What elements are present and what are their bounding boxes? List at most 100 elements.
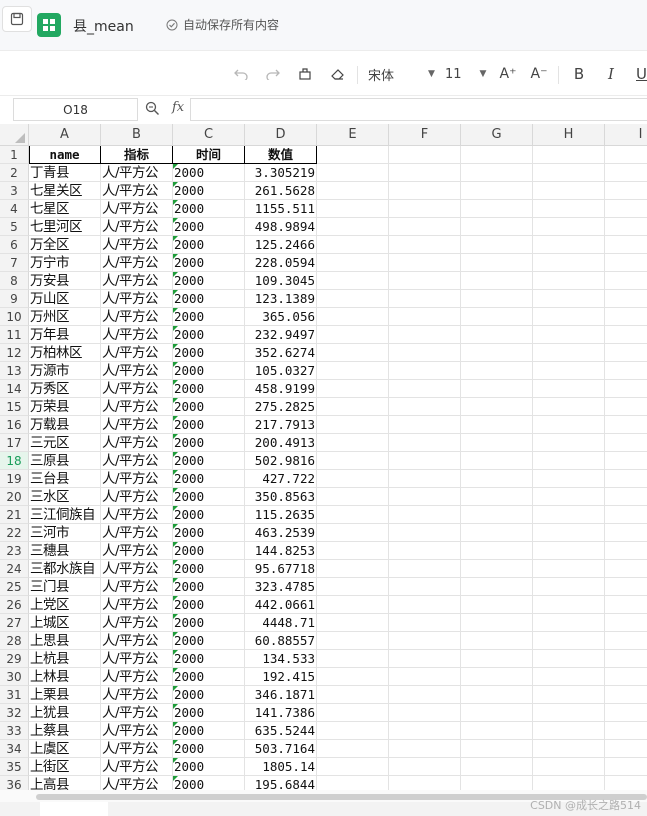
cell-c-row-9[interactable]: 2000 — [174, 290, 245, 308]
cell-d-row-12[interactable]: 352.6274 — [246, 344, 317, 362]
cell-b-row-25[interactable]: 人/平方公 — [102, 578, 173, 596]
row-header-11[interactable]: 11 — [0, 326, 29, 344]
cell-d-row-13[interactable]: 105.0327 — [246, 362, 317, 380]
cell-c-row-26[interactable]: 2000 — [174, 596, 245, 614]
row-header-25[interactable]: 25 — [0, 578, 29, 596]
row-header-22[interactable]: 22 — [0, 524, 29, 542]
cell-b-row-11[interactable]: 人/平方公 — [102, 326, 173, 344]
cell-c-row-8[interactable]: 2000 — [174, 272, 245, 290]
cell-c-row-29[interactable]: 2000 — [174, 650, 245, 668]
row-header-36[interactable]: 36 — [0, 776, 29, 790]
decrease-font-button[interactable]: A⁻ — [530, 64, 548, 84]
cell-b-row-35[interactable]: 人/平方公 — [102, 758, 173, 776]
cell-c-row-5[interactable]: 2000 — [174, 218, 245, 236]
cell-b-row-6[interactable]: 人/平方公 — [102, 236, 173, 254]
header-cell-c[interactable]: 时间 — [173, 146, 245, 164]
cell-b-row-30[interactable]: 人/平方公 — [102, 668, 173, 686]
row-header-30[interactable]: 30 — [0, 668, 29, 686]
cell-b-row-26[interactable]: 人/平方公 — [102, 596, 173, 614]
underline-button[interactable]: U — [636, 64, 647, 84]
cell-d-row-19[interactable]: 427.722 — [246, 470, 317, 488]
cell-b-row-20[interactable]: 人/平方公 — [102, 488, 173, 506]
cell-a-row-20[interactable]: 三水区 — [30, 488, 101, 506]
cell-c-row-21[interactable]: 2000 — [174, 506, 245, 524]
cell-d-row-16[interactable]: 217.7913 — [246, 416, 317, 434]
row-header-18[interactable]: 18 — [0, 452, 29, 470]
header-cell-a[interactable]: name — [29, 146, 101, 164]
cell-c-row-13[interactable]: 2000 — [174, 362, 245, 380]
cell-d-row-25[interactable]: 323.4785 — [246, 578, 317, 596]
cell-c-row-11[interactable]: 2000 — [174, 326, 245, 344]
formula-input[interactable] — [190, 98, 647, 121]
cell-a-row-11[interactable]: 万年县 — [30, 326, 101, 344]
cell-c-row-24[interactable]: 2000 — [174, 560, 245, 578]
cell-b-row-7[interactable]: 人/平方公 — [102, 254, 173, 272]
column-header-g[interactable]: G — [461, 124, 533, 146]
row-header-7[interactable]: 7 — [0, 254, 29, 272]
row-header-3[interactable]: 3 — [0, 182, 29, 200]
cell-a-row-22[interactable]: 三河市 — [30, 524, 101, 542]
row-header-21[interactable]: 21 — [0, 506, 29, 524]
cell-b-row-4[interactable]: 人/平方公 — [102, 200, 173, 218]
cell-d-row-8[interactable]: 109.3045 — [246, 272, 317, 290]
cell-d-row-4[interactable]: 1155.511 — [246, 200, 317, 218]
cell-d-row-23[interactable]: 144.8253 — [246, 542, 317, 560]
cell-d-row-27[interactable]: 4448.71 — [246, 614, 317, 632]
cell-c-row-7[interactable]: 2000 — [174, 254, 245, 272]
cell-d-row-36[interactable]: 195.6844 — [246, 776, 317, 790]
cell-b-row-22[interactable]: 人/平方公 — [102, 524, 173, 542]
cell-c-row-30[interactable]: 2000 — [174, 668, 245, 686]
cell-d-row-22[interactable]: 463.2539 — [246, 524, 317, 542]
cell-c-row-14[interactable]: 2000 — [174, 380, 245, 398]
cell-c-row-20[interactable]: 2000 — [174, 488, 245, 506]
cell-d-row-5[interactable]: 498.9894 — [246, 218, 317, 236]
cell-d-row-26[interactable]: 442.0661 — [246, 596, 317, 614]
cell-a-row-9[interactable]: 万山区 — [30, 290, 101, 308]
column-header-e[interactable]: E — [317, 124, 389, 146]
row-header-13[interactable]: 13 — [0, 362, 29, 380]
cell-b-row-23[interactable]: 人/平方公 — [102, 542, 173, 560]
cell-d-row-6[interactable]: 125.2466 — [246, 236, 317, 254]
cell-b-row-19[interactable]: 人/平方公 — [102, 470, 173, 488]
row-header-33[interactable]: 33 — [0, 722, 29, 740]
row-header-9[interactable]: 9 — [0, 290, 29, 308]
cell-a-row-10[interactable]: 万州区 — [30, 308, 101, 326]
cell-b-row-17[interactable]: 人/平方公 — [102, 434, 173, 452]
row-header-14[interactable]: 14 — [0, 380, 29, 398]
column-header-b[interactable]: B — [101, 124, 173, 146]
cell-a-row-24[interactable]: 三都水族自 — [30, 560, 101, 578]
cell-d-row-33[interactable]: 635.5244 — [246, 722, 317, 740]
cell-d-row-2[interactable]: 3.305219 — [246, 164, 317, 182]
row-header-8[interactable]: 8 — [0, 272, 29, 290]
cell-reference-box[interactable]: O18 — [13, 98, 138, 121]
cell-a-row-23[interactable]: 三穗县 — [30, 542, 101, 560]
cell-a-row-5[interactable]: 七里河区 — [30, 218, 101, 236]
cell-a-row-15[interactable]: 万荣县 — [30, 398, 101, 416]
cell-a-row-12[interactable]: 万柏林区 — [30, 344, 101, 362]
cell-c-row-27[interactable]: 2000 — [174, 614, 245, 632]
cell-c-row-22[interactable]: 2000 — [174, 524, 245, 542]
cell-b-row-15[interactable]: 人/平方公 — [102, 398, 173, 416]
cell-b-row-3[interactable]: 人/平方公 — [102, 182, 173, 200]
cell-a-row-30[interactable]: 上林县 — [30, 668, 101, 686]
cell-b-row-36[interactable]: 人/平方公 — [102, 776, 173, 790]
row-header-32[interactable]: 32 — [0, 704, 29, 722]
font-family-select[interactable]: 宋体 ▼ — [368, 64, 436, 84]
cell-c-row-6[interactable]: 2000 — [174, 236, 245, 254]
cell-b-row-14[interactable]: 人/平方公 — [102, 380, 173, 398]
cell-a-row-21[interactable]: 三江侗族自 — [30, 506, 101, 524]
cell-c-row-17[interactable]: 2000 — [174, 434, 245, 452]
row-header-6[interactable]: 6 — [0, 236, 29, 254]
bold-button[interactable]: B — [571, 64, 587, 84]
row-header-16[interactable]: 16 — [0, 416, 29, 434]
row-header-26[interactable]: 26 — [0, 596, 29, 614]
cell-a-row-18[interactable]: 三原县 — [30, 452, 101, 470]
cell-d-row-9[interactable]: 123.1389 — [246, 290, 317, 308]
cell-a-row-13[interactable]: 万源市 — [30, 362, 101, 380]
row-header-5[interactable]: 5 — [0, 218, 29, 236]
increase-font-button[interactable]: A⁺ — [499, 64, 517, 84]
cell-c-row-36[interactable]: 2000 — [174, 776, 245, 790]
cell-d-row-20[interactable]: 350.8563 — [246, 488, 317, 506]
cell-c-row-2[interactable]: 2000 — [174, 164, 245, 182]
cell-c-row-10[interactable]: 2000 — [174, 308, 245, 326]
